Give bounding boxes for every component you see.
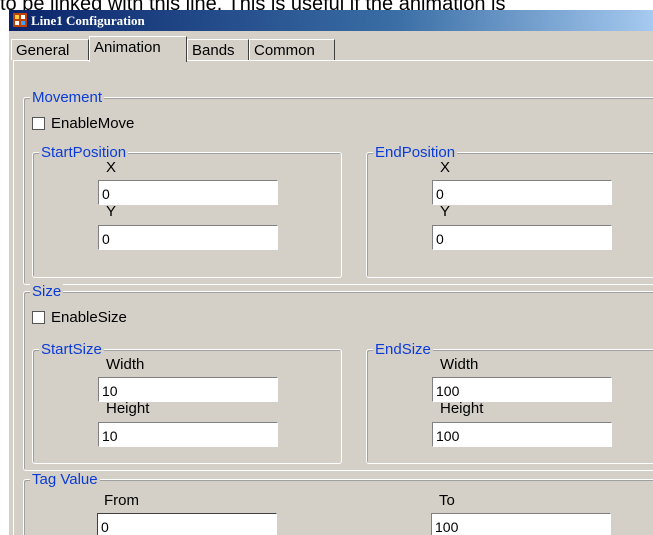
size-group-title: Size bbox=[30, 283, 64, 300]
start-position-group: StartPosition X 0 Y 0 bbox=[32, 144, 342, 278]
enable-size-label: EnableSize bbox=[51, 309, 127, 326]
start-y-field[interactable]: 0 bbox=[98, 225, 278, 250]
tab-bands[interactable]: Bands bbox=[187, 39, 249, 60]
enable-size-checkbox[interactable]: EnableSize bbox=[32, 309, 127, 326]
end-position-group: EndPosition X 0 Y 0 bbox=[366, 144, 653, 278]
end-y-field[interactable]: 0 bbox=[432, 225, 612, 250]
start-width-label: Width bbox=[106, 356, 145, 373]
line-configuration-dialog: Line1 Configuration General Animation Ba… bbox=[9, 10, 653, 535]
tab-general[interactable]: General bbox=[11, 39, 89, 60]
tag-value-group: Tag Value From 0 To 100 bbox=[23, 471, 653, 535]
end-y-label: Y bbox=[440, 203, 451, 220]
start-size-group: StartSize Width 10 Height 10 bbox=[32, 341, 342, 464]
enable-move-checkbox[interactable]: EnableMove bbox=[32, 115, 134, 132]
movement-group: Movement EnableMove StartPosition X 0 Y … bbox=[23, 89, 653, 285]
end-x-label: X bbox=[440, 159, 451, 176]
end-width-field[interactable]: 100 bbox=[432, 377, 612, 402]
start-width-field[interactable]: 10 bbox=[98, 377, 278, 402]
to-field[interactable]: 100 bbox=[431, 513, 611, 535]
start-height-label: Height bbox=[106, 400, 150, 417]
from-label: From bbox=[104, 492, 139, 509]
to-label: To bbox=[439, 492, 455, 509]
enable-move-box[interactable] bbox=[32, 117, 45, 130]
start-y-label: Y bbox=[106, 203, 117, 220]
animation-tab-panel: Movement EnableMove StartPosition X 0 Y … bbox=[13, 60, 653, 535]
enable-move-label: EnableMove bbox=[51, 115, 135, 132]
end-size-group: EndSize Width 100 Height 100 bbox=[366, 341, 653, 464]
start-height-field[interactable]: 10 bbox=[98, 422, 278, 447]
end-size-title: EndSize bbox=[373, 341, 433, 358]
size-group: Size EnableSize StartSize Width 10 Heigh… bbox=[23, 283, 653, 471]
window-title: Line1 Configuration bbox=[31, 13, 145, 28]
tab-common[interactable]: Common bbox=[249, 39, 335, 60]
title-bar[interactable]: Line1 Configuration bbox=[9, 10, 653, 31]
end-width-label: Width bbox=[440, 356, 479, 373]
tag-value-title: Tag Value bbox=[30, 471, 100, 488]
app-icon[interactable] bbox=[13, 13, 27, 27]
tab-animation[interactable]: Animation bbox=[89, 36, 187, 62]
from-field[interactable]: 0 bbox=[97, 513, 277, 535]
end-height-field[interactable]: 100 bbox=[432, 422, 612, 447]
end-height-label: Height bbox=[440, 400, 484, 417]
end-x-field[interactable]: 0 bbox=[432, 180, 612, 205]
start-size-title: StartSize bbox=[39, 341, 104, 358]
start-x-label: X bbox=[106, 159, 117, 176]
start-x-field[interactable]: 0 bbox=[98, 180, 278, 205]
tab-strip: General Animation Bands Common bbox=[11, 36, 651, 62]
movement-group-title: Movement bbox=[30, 89, 105, 106]
enable-size-box[interactable] bbox=[32, 311, 45, 324]
